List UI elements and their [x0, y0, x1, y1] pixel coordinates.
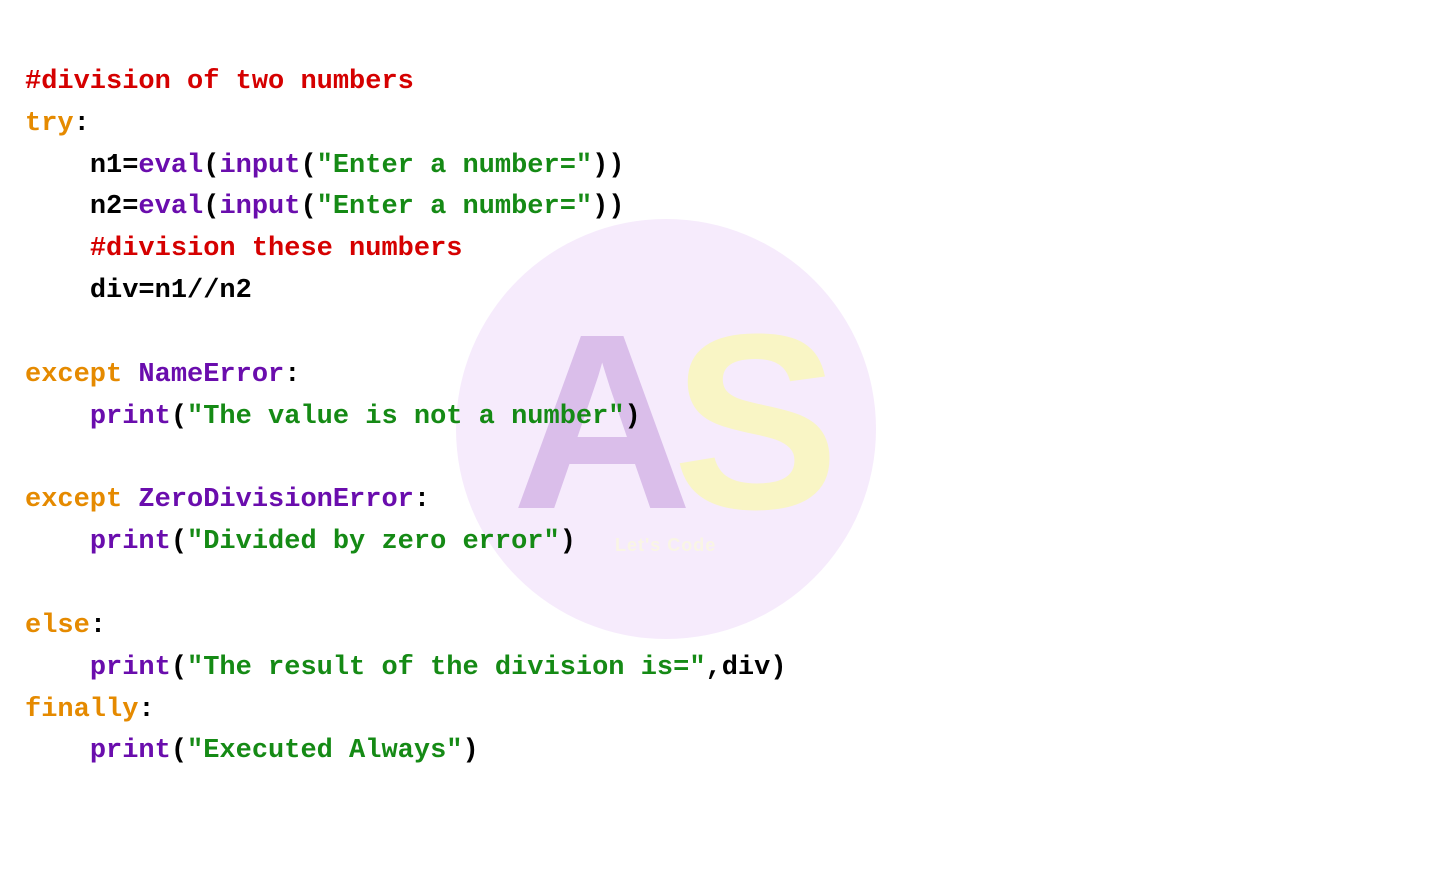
code-builtin-print: print: [90, 527, 171, 557]
code-block: #division of two numbers try: n1=eval(in…: [25, 20, 1422, 773]
code-kw-finally: finally: [25, 695, 138, 725]
code-str: "The result of the division is=": [187, 653, 705, 683]
code-kw-try: try: [25, 109, 74, 139]
code-comment: #division these numbers: [90, 234, 463, 264]
code-kw-except: except: [25, 485, 122, 515]
code-line-1: #division of two numbers: [25, 67, 414, 97]
code-str: "Enter a number=": [317, 151, 592, 181]
code-str: "The value is not a number": [187, 402, 624, 432]
code-builtin-print: print: [90, 653, 171, 683]
code-str: "Divided by zero error": [187, 527, 560, 557]
code-str: "Enter a number=": [317, 192, 592, 222]
code-builtin-input: input: [219, 192, 300, 222]
code-err-nameerror: NameError: [138, 360, 284, 390]
code-builtin-eval: eval: [138, 192, 203, 222]
code-builtin-input: input: [219, 151, 300, 181]
code-line-div: div=n1//n2: [90, 276, 252, 306]
code-kw-except: except: [25, 360, 122, 390]
code-builtin-print: print: [90, 402, 171, 432]
code-str: "Executed Always": [187, 736, 462, 766]
code-err-zerodivision: ZeroDivisionError: [138, 485, 413, 515]
code-kw-else: else: [25, 611, 90, 641]
code-builtin-print: print: [90, 736, 171, 766]
code-builtin-eval: eval: [138, 151, 203, 181]
